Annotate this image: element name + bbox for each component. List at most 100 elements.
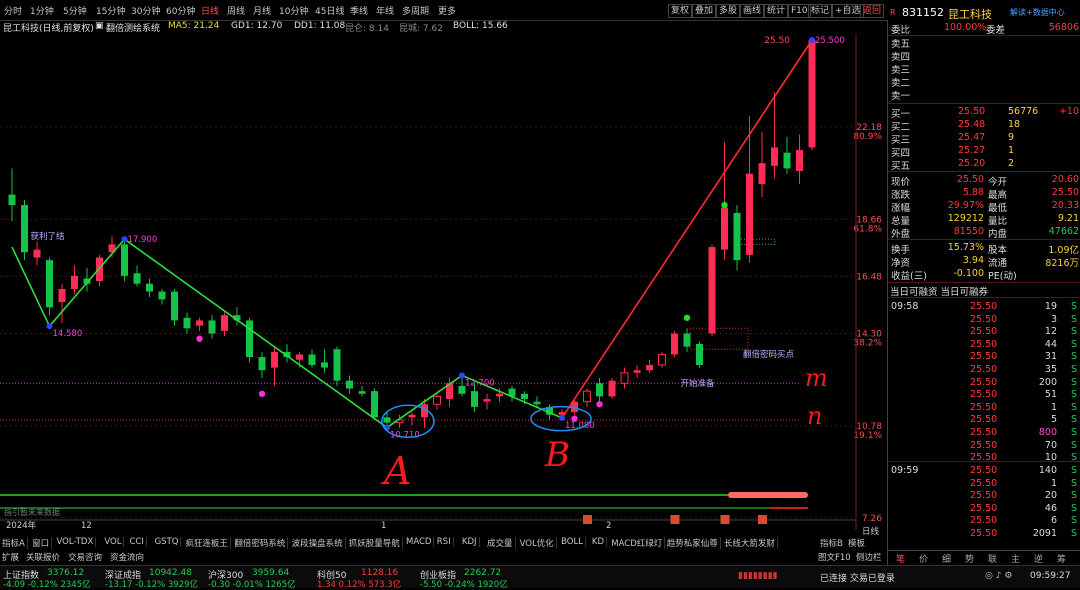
period-tab[interactable]: 1分钟 bbox=[30, 4, 54, 17]
toolbar-button[interactable]: 多股 bbox=[716, 4, 741, 18]
indicator-tab[interactable]: MACD红绿灯 bbox=[611, 537, 666, 549]
extra-tab[interactable]: 扩展 bbox=[2, 551, 19, 563]
panel-tab[interactable]: 逆 bbox=[1034, 552, 1043, 565]
period-tab[interactable]: 10分钟 bbox=[279, 4, 308, 17]
sell-row: 卖二 bbox=[888, 75, 1080, 89]
data-center-link[interactable]: 解读+数据中心 bbox=[1010, 7, 1065, 18]
period-tab[interactable]: 30分钟 bbox=[131, 4, 160, 17]
period-tab[interactable]: 月线 bbox=[253, 4, 271, 17]
quote-cell: 9 bbox=[1008, 132, 1015, 143]
tick-row: 25.50 3 S bbox=[888, 314, 1080, 327]
quote-cell: 5.88 bbox=[962, 187, 984, 198]
candle-body bbox=[771, 147, 778, 166]
indicator-tab[interactable]: 窗口 bbox=[32, 537, 53, 549]
stock-header[interactable]: R 831152 昆工科技 解读+数据中心 bbox=[888, 6, 1080, 21]
extra-tab[interactable]: 资金流向 bbox=[110, 551, 144, 563]
toolbar-button[interactable]: 返回 bbox=[860, 4, 885, 18]
period-tab[interactable]: 45日线 bbox=[315, 4, 344, 17]
indicator-tab[interactable]: 抓妖股量导航 bbox=[349, 537, 403, 549]
quote-cell: 25.47 bbox=[958, 132, 986, 143]
panel-tab[interactable]: 主 bbox=[1011, 552, 1020, 565]
indicator-tab[interactable]: 翻倍密码系统 bbox=[234, 537, 289, 549]
toolbar-button[interactable]: 标记 bbox=[808, 4, 833, 18]
indicator-tab[interactable]: GSTQ bbox=[155, 537, 182, 547]
quote-cell: S bbox=[1070, 439, 1077, 451]
tick-row: 25.50 12 S bbox=[888, 326, 1080, 339]
event-flag-icon[interactable] bbox=[583, 515, 592, 524]
event-flag-icon[interactable] bbox=[758, 515, 767, 524]
indicator-tab[interactable]: MACD bbox=[406, 537, 435, 547]
event-flag-icon[interactable] bbox=[720, 515, 730, 524]
indicator-tab[interactable]: VOL-TDX bbox=[57, 537, 97, 547]
signal-dot bbox=[683, 314, 691, 321]
ma5-value: MA5: 21.24 bbox=[168, 21, 220, 31]
indicator-tab[interactable]: BOLL bbox=[561, 537, 586, 547]
indicator-tab[interactable]: RSI bbox=[437, 537, 454, 547]
zone-box-green bbox=[734, 238, 776, 245]
indicator-tab[interactable]: 成交量 bbox=[487, 537, 516, 549]
sell-row: 卖五 bbox=[888, 36, 1080, 50]
indicator-tab[interactable]: VOL优化 bbox=[520, 537, 557, 549]
indicator-tab[interactable]: 指标A bbox=[2, 537, 28, 549]
panel-divider bbox=[888, 461, 1080, 462]
indicator-tab[interactable]: VOL bbox=[104, 537, 125, 547]
panel-tab[interactable]: 势 bbox=[965, 552, 974, 565]
period-tab[interactable]: 60分钟 bbox=[166, 4, 195, 17]
indicator-name[interactable]: 翻倍测绘系统 bbox=[106, 21, 160, 34]
candle-body bbox=[71, 275, 78, 289]
indicator-tab[interactable]: KDJ bbox=[462, 537, 480, 547]
period-tab[interactable]: 15分钟 bbox=[96, 4, 125, 17]
candlestick-chart[interactable]: 22.1880.9%18.6661.8%16.4814.3038.2%10.78… bbox=[0, 34, 885, 530]
period-tab[interactable]: 多周期 bbox=[402, 4, 429, 17]
quote-cell: 最高 bbox=[988, 190, 1008, 201]
period-tab[interactable]: 分时 bbox=[4, 4, 22, 17]
quote-cell: 5 bbox=[1050, 414, 1057, 426]
quote-cell: 1.09亿 bbox=[1048, 245, 1079, 256]
quote-cell: 800 bbox=[1038, 427, 1057, 438]
indicator-tab[interactable]: 疯狂连板王 bbox=[185, 537, 231, 549]
quote-cell: 25.50 bbox=[970, 528, 998, 539]
toolbar-button[interactable]: 统计 bbox=[764, 4, 789, 18]
tool-icons[interactable]: ◎ ♪ ⚙ bbox=[985, 571, 1012, 581]
right-indicator-tab[interactable]: 指标B bbox=[820, 537, 843, 549]
quote-cell: 25.20 bbox=[958, 158, 986, 169]
indicator-tab[interactable]: CCI bbox=[130, 537, 147, 547]
quote-cell: 100.00% bbox=[944, 22, 987, 33]
toolbar-button[interactable]: 复权 bbox=[668, 4, 693, 18]
indicator-tab[interactable]: KD bbox=[592, 537, 608, 547]
event-flag-icon[interactable] bbox=[670, 515, 680, 524]
toolbar-button[interactable]: 画线 bbox=[740, 4, 765, 18]
panel-tab[interactable]: 联 bbox=[988, 552, 997, 565]
connection-status[interactable]: 已连接 交易已登录 bbox=[820, 571, 895, 584]
panel-tab[interactable]: 笔 bbox=[896, 552, 905, 565]
right-indicator-tab[interactable]: 模板 bbox=[848, 537, 865, 549]
tick-row: 25.50 10 S bbox=[888, 452, 1080, 465]
extra-tab[interactable]: 交易咨询 bbox=[68, 551, 102, 563]
candle-body bbox=[746, 173, 753, 255]
period-tab[interactable]: 季线 bbox=[350, 4, 368, 17]
period-tab[interactable]: 日线 bbox=[201, 4, 219, 17]
tick-row: 25.50 35 S bbox=[888, 364, 1080, 377]
indicator-tab[interactable]: 长线大箭发财 bbox=[724, 537, 778, 549]
period-tab[interactable]: 年线 bbox=[376, 4, 394, 17]
indicator-tab[interactable]: 波段操盘系统 bbox=[292, 537, 346, 549]
toolbar-button[interactable]: 叠加 bbox=[692, 4, 717, 18]
period-tab[interactable]: 更多 bbox=[438, 4, 456, 17]
quote-cell: 净资 bbox=[891, 258, 911, 269]
panel-tab[interactable]: 细 bbox=[942, 552, 951, 565]
extra-tab[interactable]: 关联报价 bbox=[26, 551, 60, 563]
wei-bi-row: 委比 100.00% 委差 56806 bbox=[888, 22, 1080, 36]
tick-row: 25.50 1 S bbox=[888, 402, 1080, 415]
toolbar-button[interactable]: +自选 bbox=[832, 4, 864, 18]
side-tab[interactable]: 图文F10 bbox=[818, 551, 851, 563]
quote-cell: 47662 bbox=[1048, 226, 1079, 237]
panel-tab[interactable]: 价 bbox=[919, 552, 928, 565]
side-tab[interactable]: 侧边栏 bbox=[856, 551, 882, 563]
quote-cell: 总量 bbox=[891, 216, 911, 227]
period-tab[interactable]: 5分钟 bbox=[63, 4, 87, 17]
indicator-tab[interactable]: 趋势私家仙尊 bbox=[667, 537, 721, 549]
quote-cell: 1 bbox=[1050, 477, 1057, 489]
panel-tab[interactable]: 筹 bbox=[1057, 552, 1066, 565]
quote-cell: PE(动) bbox=[988, 271, 1017, 282]
period-tab[interactable]: 周线 bbox=[227, 4, 245, 17]
